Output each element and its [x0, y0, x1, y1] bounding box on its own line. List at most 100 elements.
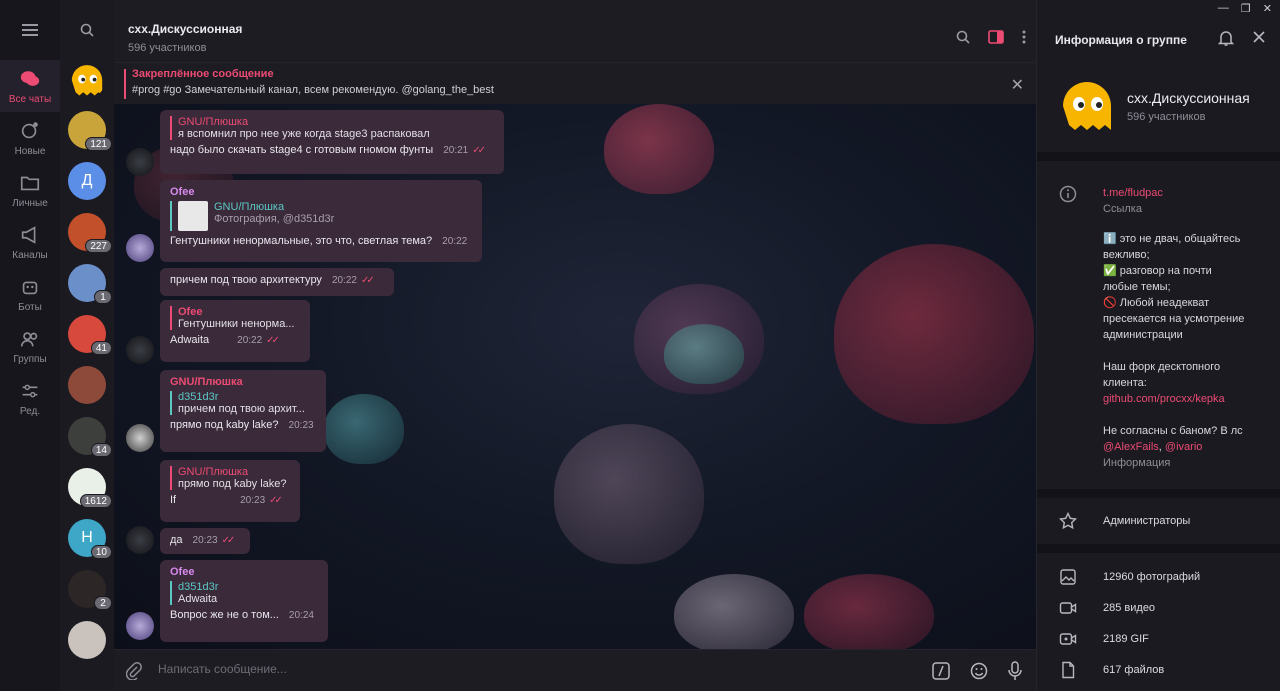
close-icon[interactable]: ✕	[1011, 75, 1024, 95]
chat-list-item[interactable]: 121	[68, 111, 112, 151]
folder-all-chats[interactable]: Все чаты	[0, 60, 60, 112]
avatar[interactable]	[126, 148, 154, 176]
mention-link[interactable]: @AlexFails	[1103, 441, 1159, 453]
reply-author: d351d3r	[178, 391, 219, 403]
unread-badge: 14	[90, 443, 112, 457]
avatar[interactable]	[126, 526, 154, 554]
admins-row[interactable]: Администраторы	[1037, 498, 1280, 544]
folder-edit[interactable]: Ред.	[0, 372, 60, 424]
message-author: Ofee	[170, 186, 195, 198]
admins-label: Администраторы	[1103, 515, 1191, 527]
videos-row[interactable]: 285 видео	[1037, 592, 1280, 623]
message-bubble[interactable]: да 20:23 ✓✓	[160, 528, 250, 554]
unread-badge: 10	[90, 545, 112, 559]
bell-icon[interactable]	[1218, 30, 1234, 46]
gifs-count: 2189 GIF	[1103, 632, 1149, 645]
group-name: схх.Дискуссионная	[1127, 90, 1250, 106]
menu-icon[interactable]	[0, 0, 60, 60]
new-chat-icon	[21, 121, 38, 138]
unread-badge: 121	[85, 137, 112, 151]
photos-count: 12960 фотографий	[1103, 570, 1201, 583]
maximize-icon[interactable]: ❐	[1241, 2, 1251, 15]
chat-header[interactable]: схх.Дискуссионная 596 участников	[114, 0, 1036, 62]
avatar[interactable]	[126, 612, 154, 640]
pinned-message[interactable]: Закреплённое сообщение #prog #go Замечат…	[114, 62, 1036, 104]
star-icon	[1059, 512, 1077, 530]
files-row[interactable]: 617 файлов	[1037, 654, 1280, 685]
folder-bots[interactable]: Боты	[0, 268, 60, 320]
wallpaper-jellyfish	[604, 104, 714, 194]
avatar[interactable]	[126, 424, 154, 452]
chat-list-item[interactable]: 227	[68, 213, 112, 253]
chat-title: схх.Дискуссионная	[128, 22, 243, 36]
message-bubble[interactable]: Ofee GNU/Плюшка Фотография, @d351d3r Ген…	[160, 180, 482, 262]
group-info-panel: Информация о группе схх.Дискуссионная 59…	[1036, 0, 1280, 691]
chat-list-item[interactable]: 1612	[68, 468, 112, 508]
chat-list-item[interactable]: 1	[68, 264, 112, 304]
divider	[1037, 544, 1280, 553]
folder-label: Ред.	[19, 405, 41, 417]
desc-line: пресекается на усмотрение	[1103, 313, 1245, 325]
message-bubble[interactable]: GNU/Плюшка я вспомнил про нее уже когда …	[160, 110, 504, 174]
chat-list-item[interactable]: 2	[68, 570, 112, 610]
message-input[interactable]: Написать сообщение...	[158, 662, 287, 676]
folder-label: Каналы	[12, 249, 48, 261]
message-author: GNU/Плюшка	[178, 116, 249, 128]
wallpaper-jellyfish	[804, 574, 934, 649]
sidebar-toggle-icon[interactable]	[988, 30, 1004, 44]
search-icon[interactable]	[956, 30, 970, 44]
pinned-title: Закреплённое сообщение	[132, 68, 274, 80]
chat-list-item[interactable]: H 10	[68, 519, 112, 559]
telegram-window: — ❐ ✕ Все чаты Новые Личные Каналы Боты	[0, 0, 1280, 691]
group-link[interactable]: t.me/fludpac	[1103, 185, 1266, 201]
folder-personal[interactable]: Личные	[0, 164, 60, 216]
reply-text: причем под твою архит...	[178, 403, 305, 415]
desc-line: Не согласны с баном? В лс	[1103, 425, 1243, 437]
message-time: 20:22	[237, 335, 263, 346]
unread-badge: 2	[94, 596, 112, 610]
avatar[interactable]	[126, 336, 154, 364]
message-author: Ofee	[170, 566, 195, 578]
header-tools	[956, 30, 1026, 44]
microphone-icon[interactable]	[1008, 661, 1022, 681]
message-bubble[interactable]: Ofee Гентушники ненорма... Adwaita 20:22 ✓…	[160, 300, 310, 362]
chat-view: схх.Дискуссионная 596 участников Закрепл…	[114, 0, 1036, 691]
avatar[interactable]	[126, 234, 154, 262]
message-bubble[interactable]: Ofee d351d3r Adwaita Вопрос же не о том.…	[160, 560, 328, 642]
message-bubble[interactable]: GNU/Плюшка прямо под kaby lake? If 20:23 ✓…	[160, 460, 300, 522]
close-icon[interactable]	[1252, 30, 1266, 44]
message-bubble[interactable]: GNU/Плюшка d351d3r причем под твою архит…	[160, 370, 326, 452]
message-bubble[interactable]: причем под твою архитектуру 20:22 ✓✓	[160, 268, 394, 296]
message-reply: Ofee Гентушники ненорма...	[170, 306, 300, 330]
folder-icon	[20, 176, 40, 190]
folder-new[interactable]: Новые	[0, 112, 60, 164]
github-link[interactable]: github.com/procxx/kepka	[1103, 391, 1266, 407]
message-text-row: Adwaita 20:22 ✓✓	[170, 334, 300, 346]
photos-row[interactable]: 12960 фотографий	[1037, 561, 1280, 592]
folder-groups[interactable]: Группы	[0, 320, 60, 372]
folder-label: Группы	[13, 353, 47, 365]
more-icon[interactable]	[1022, 30, 1026, 44]
chat-list-item[interactable]	[68, 60, 106, 98]
wallpaper-jellyfish	[324, 394, 404, 464]
chat-list-item[interactable]	[68, 366, 106, 404]
photo-icon	[1060, 569, 1076, 585]
gifs-row[interactable]: 2189 GIF	[1037, 623, 1280, 654]
commands-icon[interactable]	[932, 662, 950, 680]
group-avatar-ghost-icon[interactable]	[1057, 74, 1117, 134]
chat-list-item[interactable]: 41	[68, 315, 112, 355]
attach-icon[interactable]	[126, 662, 142, 680]
desc-line: ℹ️ это не двач, общайтесь	[1103, 233, 1241, 245]
chat-list-item[interactable]: Д	[68, 162, 106, 200]
close-window-icon[interactable]: ✕	[1263, 2, 1272, 15]
chat-list-item[interactable]	[68, 621, 106, 659]
reply-text: Adwaita	[178, 593, 218, 605]
mention-link[interactable]: @ivario	[1165, 441, 1202, 453]
search-icon[interactable]	[60, 0, 114, 60]
message-reply: GNU/Плюшка я вспомнил про нее уже когда …	[170, 116, 494, 140]
minimize-icon[interactable]: —	[1218, 2, 1229, 15]
emoji-icon[interactable]	[970, 662, 988, 680]
chat-list-item[interactable]: 14	[68, 417, 112, 457]
folder-channels[interactable]: Каналы	[0, 216, 60, 268]
message-text: Вопрос же не о том...	[170, 609, 279, 621]
